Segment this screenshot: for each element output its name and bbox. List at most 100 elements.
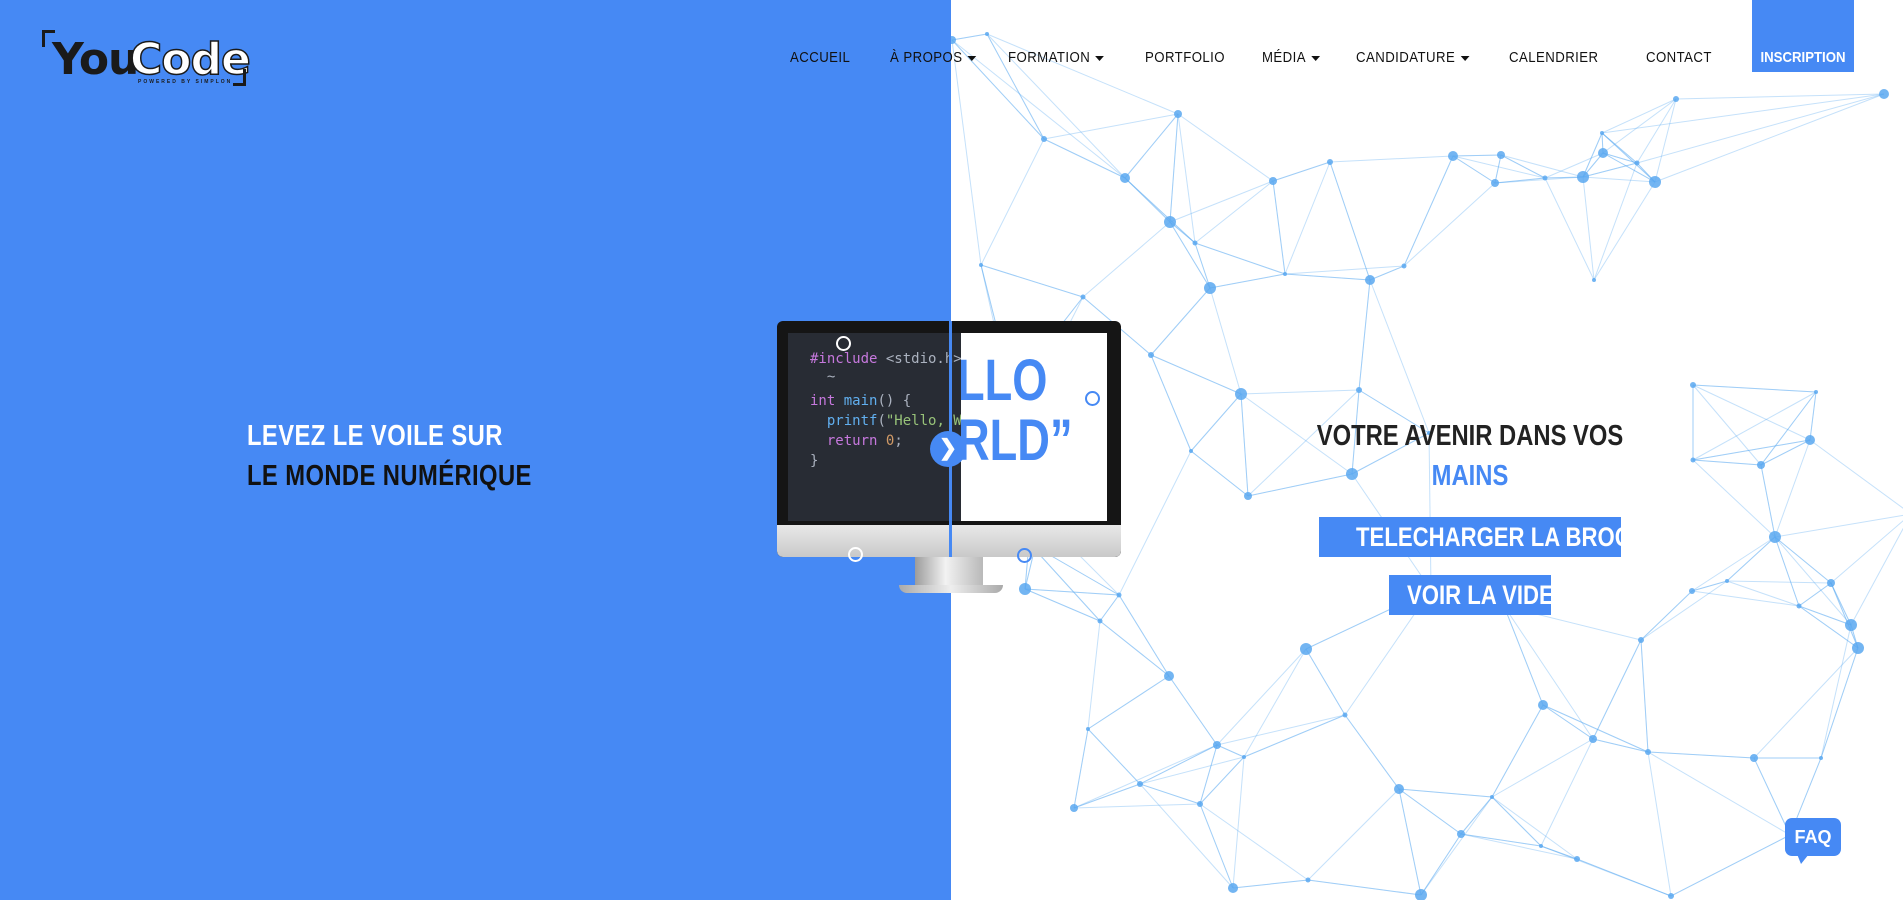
network-node [1634,160,1640,166]
network-edge [980,264,1084,298]
network-node [1415,889,1427,900]
network-edge [1540,738,1594,847]
network-edge [1640,639,1649,753]
network-edge [1169,180,1274,223]
network-node [1164,216,1176,228]
nav-item-portfolio[interactable]: PORTFOLIO [1145,49,1225,66]
network-edge [1582,176,1595,281]
network-edge [1329,161,1371,281]
network-edge [1726,580,1800,607]
network-edge [1500,154,1584,178]
faq-button[interactable]: FAQ [1785,818,1841,856]
network-edge [1540,845,1672,897]
network-edge [1194,180,1274,244]
network-edge [1798,582,1832,607]
hotspot-icon[interactable] [836,336,851,351]
network-node [1242,755,1246,759]
network-node [1148,352,1154,358]
network-edge [1240,393,1249,497]
network-edge [1190,450,1249,497]
network-node [1189,449,1193,453]
network-edge [1284,273,1371,281]
network-node [1490,795,1494,799]
nav-label: PORTFOLIO [1145,49,1225,66]
hero-left-line1: LEVEZ LE VOILE SUR [247,420,503,452]
network-node [1577,171,1589,183]
nav-item-candidature[interactable]: CANDIDATURE [1356,49,1470,66]
network-edge [1209,287,1242,395]
network-node [1852,642,1864,654]
nav-item-formation[interactable]: FORMATION [1008,49,1105,66]
network-edge [1753,647,1859,759]
nav-item-a-propos[interactable]: À PROPOS [890,49,977,66]
network-edge [1460,833,1542,847]
caret-down-icon [1460,55,1470,61]
watch-video-button[interactable]: VOIR LA VIDEO [1389,575,1571,615]
network-edge [1601,132,1656,183]
nav-item-contact[interactable]: CONTACT [1646,49,1712,66]
network-node [1192,240,1198,246]
network-edge [1284,265,1405,275]
network-node [1757,461,1765,469]
network-edge [1073,783,1141,809]
network-edge [1692,384,1811,441]
nav-item-calendrier[interactable]: CALENDRIER [1509,49,1598,66]
faq-label: FAQ [1794,827,1832,847]
network-node [1491,179,1499,187]
network-edge [1243,714,1346,758]
network-node [1086,727,1090,731]
network-node [1235,388,1247,400]
network-node [1356,387,1362,393]
network-edge [1398,788,1462,835]
inscription-label: INSCRIPTION [1760,49,1846,66]
faq-bubble-tail [1797,854,1809,864]
network-node [1164,671,1174,681]
network-edge [1169,221,1211,289]
network-node [1542,175,1548,181]
nav-label: CONTACT [1646,49,1712,66]
network-edge [1726,536,1776,582]
network-edge [1150,287,1211,356]
network-edge [980,138,1045,266]
main-nav: ACCUEIL À PROPOS FORMATION PORTFOLIO MÉD… [0,0,1903,118]
nav-item-accueil[interactable]: ACCUEIL [790,49,850,66]
network-edge [1398,788,1422,896]
network-node [1080,294,1086,300]
network-edge [1420,833,1462,896]
code-line: #include <stdio.h> [810,351,962,367]
network-edge [1272,180,1286,275]
network-node [1750,754,1758,762]
network-edge [1209,273,1286,289]
hotspot-icon[interactable] [1017,548,1032,563]
hotspot-icon[interactable] [1085,391,1100,406]
download-brochure-button[interactable]: TELECHARGER LA BROCHURE [1319,517,1693,557]
hello-world-text: LLO RLD” [961,348,1073,473]
network-edge [1369,279,1430,434]
network-edge [1774,514,1903,538]
compare-slider-handle[interactable]: ❯ [930,431,966,467]
network-edge [1460,796,1493,835]
network-node [1814,390,1818,394]
network-edge [1592,738,1649,753]
caret-down-icon [1095,55,1105,61]
network-edge [1329,155,1454,163]
network-edge [1190,393,1242,452]
network-edge [1503,605,1594,740]
network-edge [1491,738,1594,798]
inscription-button[interactable]: INSCRIPTION [1752,0,1854,72]
network-edge [1177,113,1196,244]
nav-item-media[interactable]: MÉDIA [1262,49,1321,66]
network-edge [1494,154,1502,184]
network-edge [1640,580,1728,641]
code-line: return 0; [826,433,903,449]
network-node [1300,643,1312,655]
hotspot-icon[interactable] [848,547,863,562]
hero-left-line2: LE MONDE NUMÉRIQUE [247,460,532,492]
network-node [1690,457,1696,463]
network-node [1197,801,1203,807]
network-edge [1118,594,1170,677]
network-edge [1491,704,1544,798]
network-edge [1403,155,1454,267]
network-edge [1542,704,1649,753]
network-node [1244,492,1252,500]
